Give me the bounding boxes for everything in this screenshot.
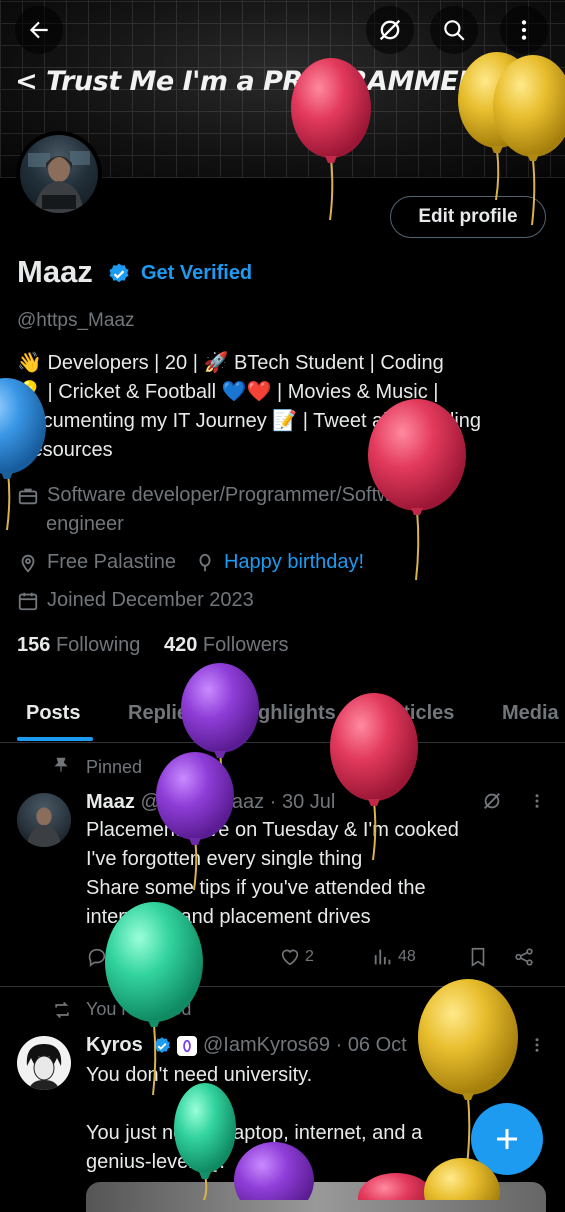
share-icon[interactable] [513,946,535,968]
tab-replies[interactable]: Replies [128,702,199,725]
pinned-label: Pinned [86,757,143,777]
followers-label: Followers [202,634,289,656]
post-dot: · [335,1034,343,1056]
search-button[interactable] [430,6,478,54]
bio-line: 💡 | Cricket & Football 💙❤️ | Movies & Mu… [17,381,439,403]
no-signal-icon[interactable] [481,1034,503,1056]
back-arrow-icon [29,21,48,39]
profession-text: Software developer/Programmer/Software [47,484,421,506]
avatar-image [20,135,98,213]
more-vertical-icon[interactable] [528,792,546,810]
get-verified-link[interactable]: Get Verified [141,262,252,285]
post-divider [0,986,565,987]
views-button[interactable]: 48 [372,946,416,968]
followers-count: 420 [163,634,198,656]
banner-title: < Trust Me I'm a PROGRAMMER :) /> [15,66,550,97]
plus-icon [497,1129,517,1149]
like-count: 2 [305,948,314,965]
location-text: Free Palastine [47,551,176,573]
post-line: I've forgotten every single thing [86,848,363,870]
bio-line: Resources [17,439,113,461]
verified-badge-icon[interactable] [107,262,131,286]
post-handle[interactable]: @IamKyros69 [203,1034,330,1056]
repost-icon [55,1001,69,1019]
post-author[interactable]: Maaz [86,791,135,813]
more-vertical-icon [521,20,527,40]
affiliate-badge-icon [177,1036,197,1056]
post-line: interviews and placement drives [86,906,371,928]
followers-link[interactable]: 420 Followers [164,634,289,656]
pin-icon [52,756,70,778]
tab-media[interactable]: Media [502,702,559,725]
post-header: Kyros [86,1031,143,1060]
no-signal-icon[interactable] [481,790,503,812]
profile-tabs: Posts Replies Highlights Articles Media [0,690,565,743]
post-media-preview[interactable] [86,1182,546,1212]
bio-line: Documenting my IT Journey 📝 | Tweet abt … [17,410,482,432]
post-line: Placement drive on Tuesday & I'm cooked [86,819,459,841]
post-body: Placement drive on Tuesday & I'm cooked … [86,816,546,932]
balloon-icon [199,553,211,571]
like-button[interactable]: 2 [279,946,314,968]
calendar-icon [18,592,38,610]
profession-row-continued: engineer [46,513,124,536]
profile-avatar[interactable] [16,131,102,217]
profile-bio: 👋 Developers | 20 | 🚀 BTech Student | Co… [17,349,547,465]
reposted-label: You reposted [86,999,192,1019]
post-avatar[interactable] [17,793,71,847]
post-meta: @IamKyros69 · 06 Oct [203,1031,407,1060]
birthday-link[interactable]: Happy birthday! [224,551,364,574]
more-options-button[interactable] [500,6,548,54]
no-signal-button[interactable] [366,6,414,54]
joined-row: Joined December 2023 [17,589,254,612]
repost-button[interactable] [182,946,204,968]
edit-profile-button[interactable]: Edit profile [390,196,546,238]
verified-badge-icon [154,1037,170,1053]
post-line: Share some tips if you've attended the [86,877,426,899]
following-count: 156 [17,634,51,656]
post-line [86,1090,546,1119]
following-label: Following [55,634,141,656]
bio-line: 👋 Developers | 20 | 🚀 BTech Student | Co… [17,352,444,374]
tab-posts[interactable]: Posts [26,702,80,725]
reply-count: 1 [112,948,121,965]
no-signal-icon [379,19,401,41]
bookmark-icon[interactable] [467,946,489,968]
analytics-icon [374,949,391,965]
tab-highlights[interactable]: Highlights [238,702,336,725]
post-date[interactable]: 30 Jul [282,791,335,813]
post-dot: · [269,791,277,813]
post-line: You don't need university. [86,1064,313,1086]
following-link[interactable]: 156 Following [17,634,140,656]
compose-button[interactable] [471,1103,543,1175]
active-tab-indicator [17,737,93,741]
more-vertical-icon[interactable] [528,1036,546,1054]
post-handle[interactable]: @https_Maaz [140,791,264,813]
profile-name: Maaz [17,254,93,289]
search-icon [444,20,465,41]
post-author[interactable]: Kyros [86,1034,143,1056]
post-avatar[interactable] [17,1036,71,1090]
location-row: Free Palastine Happy birthday! [17,551,364,574]
back-button[interactable] [15,6,63,54]
tab-articles[interactable]: Articles [381,702,454,725]
follow-stats: 156 Following 420 Followers [17,634,289,657]
joined-text: Joined December 2023 [47,589,254,611]
reply-icon [88,948,106,967]
repost-icon [185,948,201,966]
views-count: 48 [398,948,416,965]
post-date[interactable]: 06 Oct [348,1034,407,1056]
profession-text-2: engineer [46,513,124,535]
briefcase-icon [18,488,38,504]
profile-handle: @https_Maaz [17,310,135,331]
profession-row: Software developer/Programmer/Software [17,484,421,507]
location-pin-icon [21,554,35,573]
post-header: Maaz @https_Maaz · 30 Jul [86,788,335,817]
reply-button[interactable]: 1 [86,946,121,968]
heart-icon [281,949,299,966]
